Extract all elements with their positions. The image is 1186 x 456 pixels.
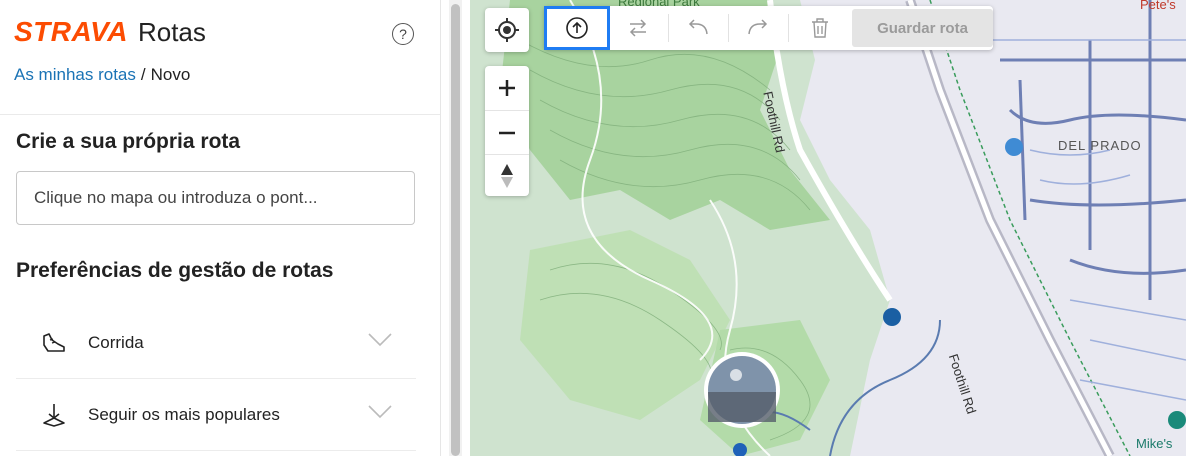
preference-label: Seguir os mais populares [88,404,280,424]
sidebar-header: STRAVA Rotas ? As minhas rotas / Novo [0,0,440,115]
zoom-in-button[interactable] [485,66,529,109]
route-sidebar: STRAVA Rotas ? As minhas rotas / Novo Crie… [0,0,441,456]
reverse-route-button[interactable] [608,6,668,50]
reverse-icon [629,19,647,37]
compass-icon [501,164,513,188]
scrollbar-thumb[interactable] [451,4,460,456]
route-map[interactable]: Regional Park Foothill Rd Foothill Rd DE… [470,0,1186,456]
trash-icon [812,18,828,38]
location-search-input[interactable]: Clique no mapa ou introduza o pont... [16,171,415,225]
redo-button[interactable] [728,6,788,50]
page-title: Rotas [137,16,206,47]
help-icon[interactable]: ? [392,23,414,45]
redo-icon [748,19,768,35]
toolbar-divider [788,14,789,42]
brand: STRAVA Rotas [14,16,206,48]
map-label-district: DEL PRADO [1058,138,1142,153]
minus-icon [499,131,515,134]
chevron-down-icon [368,405,392,419]
preference-popularity[interactable]: Seguir os mais populares [16,379,416,451]
locate-button[interactable] [485,8,529,52]
zoom-controls [485,66,529,196]
preference-label: Corrida [88,332,144,352]
popularity-icon [40,401,68,429]
preferences-title: Preferências de gestão de rotas [16,259,334,282]
plus-icon [499,79,515,96]
undo-button[interactable] [668,6,728,50]
breadcrumb-current: Novo [150,65,191,84]
map-background [470,0,1186,456]
compass-button[interactable] [485,154,529,197]
breadcrumb: As minhas rotas / Novo [14,65,190,85]
preference-sport-type[interactable]: Corrida [16,307,416,379]
create-route-title: Crie a sua própria rota [16,130,241,153]
breadcrumb-separator: / [140,65,146,84]
save-route-button[interactable]: Guardar rota [852,9,993,47]
delete-route-button[interactable] [790,6,850,50]
map-label-poi: Mike's [1136,436,1173,451]
breadcrumb-my-routes-link[interactable]: As minhas rotas [14,65,136,84]
map-label-poi: Pete's [1140,0,1176,12]
running-shoe-icon [40,329,68,357]
zoom-out-button[interactable] [485,110,529,154]
strava-logo[interactable]: STRAVA [14,16,128,48]
target-icon [485,8,529,52]
upload-button-highlight [544,6,610,50]
undo-icon [688,19,708,35]
sidebar-scrollbar[interactable] [449,0,462,456]
chevron-down-icon [368,333,392,347]
